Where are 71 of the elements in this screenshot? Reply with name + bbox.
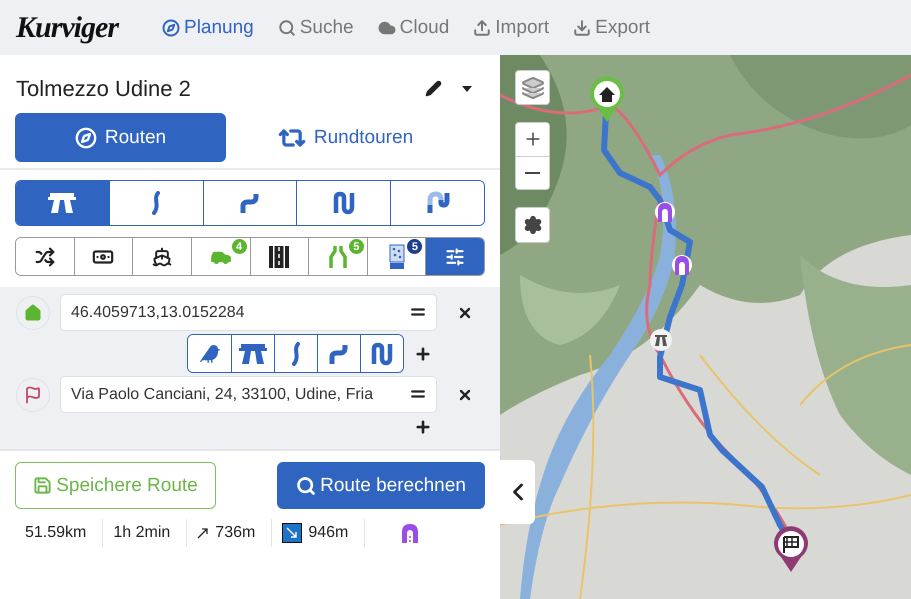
count-badge: 5 xyxy=(407,239,422,254)
home-marker[interactable] xyxy=(588,75,626,123)
mode-tab[interactable]: Routen xyxy=(15,113,226,162)
nav-link[interactable]: Planung xyxy=(162,16,254,38)
segment-option[interactable] xyxy=(360,335,403,372)
avoid-option[interactable]: 5 xyxy=(308,238,367,275)
curviness-option[interactable] xyxy=(390,181,484,225)
route-stat: 1h 2min xyxy=(113,524,170,542)
collapse-panel-button[interactable] xyxy=(500,460,535,524)
nav-link[interactable]: Cloud xyxy=(378,16,450,38)
waypoint-marker[interactable] xyxy=(16,296,50,330)
ship-icon xyxy=(152,246,172,266)
flag-icon xyxy=(24,386,42,404)
winding-road-icon xyxy=(424,191,451,215)
search-icon xyxy=(278,18,296,36)
segment-option[interactable] xyxy=(317,335,360,372)
address-field[interactable]: 46.4059713,13.0152284 xyxy=(60,294,437,331)
tunnel-marker[interactable] xyxy=(672,253,692,277)
caret-icon xyxy=(462,86,472,92)
logo[interactable]: Kurviger xyxy=(16,10,118,44)
curviness-option[interactable] xyxy=(16,181,109,225)
road-icon xyxy=(269,246,290,268)
save-icon xyxy=(33,476,52,495)
upload-icon xyxy=(473,18,492,36)
count-badge: 5 xyxy=(348,239,364,254)
finish-marker[interactable] xyxy=(772,525,810,573)
sliders-icon xyxy=(445,246,466,266)
curvy-road-icon xyxy=(238,191,261,215)
zoom-out-button[interactable] xyxy=(516,156,549,189)
calculate-route-button[interactable]: Route berechnen xyxy=(277,462,485,509)
nav-link[interactable]: Import xyxy=(473,16,550,38)
plus-icon xyxy=(414,344,432,362)
segment-option[interactable] xyxy=(188,335,231,372)
tunnel-icon xyxy=(401,523,420,543)
layers-icon xyxy=(520,76,544,100)
route-stat: 736m xyxy=(215,524,256,542)
winding-road-icon xyxy=(370,342,394,366)
bird-icon xyxy=(198,342,220,364)
compass-icon xyxy=(162,18,180,36)
route-title: Tolmezzo Udine 2 xyxy=(16,76,192,102)
segment-option[interactable] xyxy=(274,335,317,372)
nav-link[interactable]: Suche xyxy=(278,16,354,38)
minus-icon xyxy=(525,172,540,174)
winding-road-icon xyxy=(332,191,356,215)
avoid-option[interactable]: 4 xyxy=(190,238,250,275)
highway-icon xyxy=(239,342,267,366)
segment-option[interactable] xyxy=(231,335,274,372)
plus-icon xyxy=(414,418,432,436)
pencil-icon xyxy=(424,80,442,97)
save-route-button[interactable]: Speichere Route xyxy=(15,462,216,509)
settings-button[interactable] xyxy=(515,207,550,243)
shuffle-icon xyxy=(34,246,55,266)
nav-link[interactable]: Export xyxy=(573,16,650,38)
gravel-road-icon xyxy=(388,244,405,270)
layers-button[interactable] xyxy=(515,70,550,105)
highway-icon xyxy=(48,191,76,215)
waypoint-marker[interactable] xyxy=(16,378,50,412)
home-icon xyxy=(24,304,42,322)
route-stat: 51.59km xyxy=(25,524,86,542)
curvy-road-icon xyxy=(289,342,303,366)
arrow-up-right-icon xyxy=(197,527,210,539)
tunnel-marker[interactable] xyxy=(655,200,675,224)
address-field[interactable]: Via Paolo Canciani, 24, 33100, Udine, Fria xyxy=(60,376,437,413)
arrow-down-right-icon xyxy=(282,523,302,543)
download-icon xyxy=(573,18,592,36)
narrow-road-icon xyxy=(328,244,347,268)
route-stat: 946m xyxy=(308,524,348,542)
compass-icon xyxy=(74,126,97,148)
search-icon xyxy=(296,476,316,496)
highway-marker[interactable] xyxy=(650,329,672,351)
count-badge: 4 xyxy=(232,239,246,254)
